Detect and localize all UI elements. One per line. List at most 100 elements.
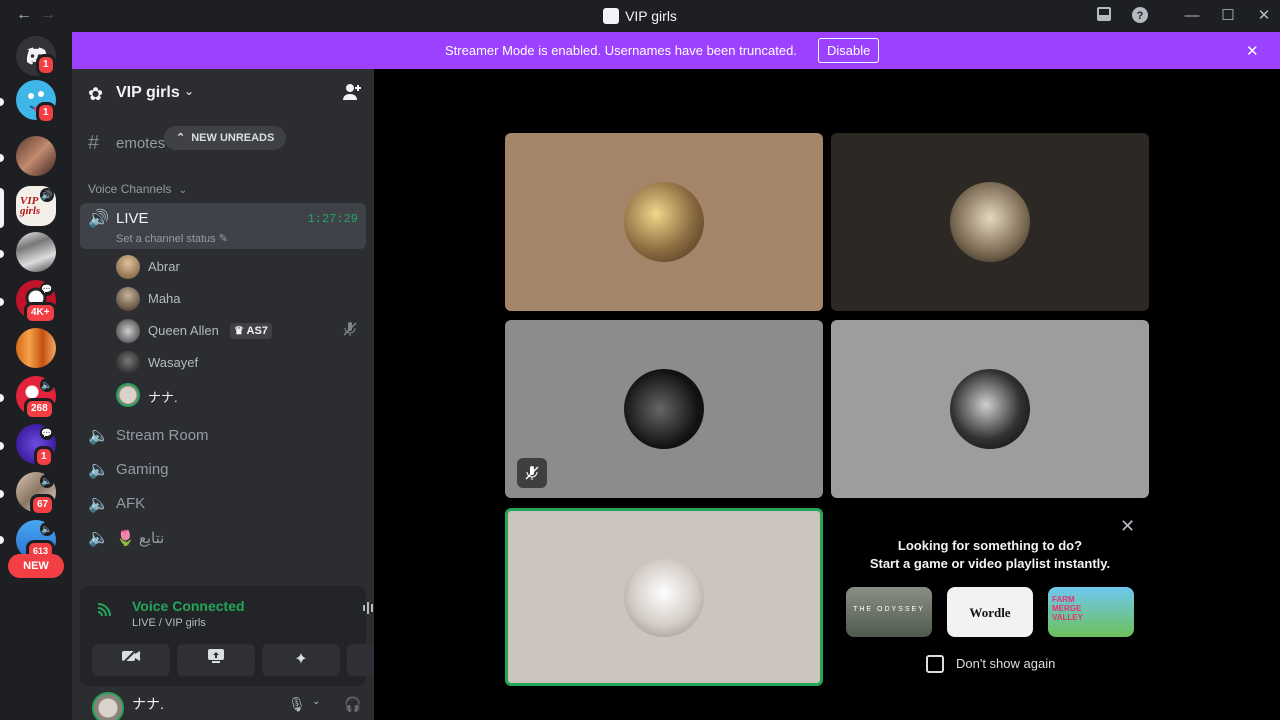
close-icon[interactable]: ✕ — [1120, 516, 1135, 537]
unread-pill — [0, 490, 4, 498]
avatar — [116, 287, 140, 311]
channel-stream-room[interactable]: 🔈 Stream Room — [80, 420, 366, 452]
camera-off-icon — [121, 648, 141, 668]
window-title-text: VIP girls — [625, 8, 677, 24]
speaker-icon: 🔈 — [88, 460, 110, 479]
channel-label: LIVE — [116, 210, 149, 227]
minimize-icon[interactable]: — — [1182, 6, 1202, 26]
maximize-icon[interactable]: ☐ — [1218, 6, 1238, 26]
headphones-icon[interactable]: 🎧 — [344, 696, 361, 713]
activity-title: Looking for something to do? Start a gam… — [830, 537, 1150, 573]
voice-user[interactable]: ナナ. — [116, 381, 366, 409]
chat-bubble-icon: 💬 — [40, 282, 54, 296]
server-icon — [603, 8, 620, 24]
voice-user[interactable]: Queen Allen ♛ AS7 — [116, 317, 366, 345]
pencil-icon: ✎ — [218, 233, 228, 245]
chevron-down-icon[interactable]: ⌄ — [312, 696, 320, 707]
voice-location[interactable]: LIVE / VIP girls — [132, 617, 206, 629]
voice-user[interactable]: Maha — [116, 285, 366, 313]
microphone-icon[interactable]: 🎙 — [288, 696, 306, 713]
new-unreads-pill[interactable]: ⌃ NEW UNREADS — [164, 126, 287, 150]
close-icon[interactable]: ✕ — [1254, 6, 1274, 26]
voice-user-name: Maha — [148, 291, 181, 306]
voice-user-name: Wasayef — [148, 355, 199, 370]
activity-card-farm[interactable]: FARM MERGE VALLEY — [1048, 587, 1134, 637]
avatar — [116, 351, 140, 375]
category-label: Voice Channels — [88, 182, 172, 196]
speaker-icon: 🔈 — [40, 522, 54, 536]
server-badge: 1 — [34, 446, 54, 468]
invite-people-icon[interactable] — [342, 82, 362, 107]
mic-muted-icon — [517, 458, 547, 488]
crown-icon: ♛ — [234, 325, 244, 337]
inbox-icon[interactable] — [1094, 6, 1114, 26]
channel-afk[interactable]: 🔈 AFK — [80, 488, 366, 520]
signal-icon[interactable] — [96, 600, 114, 623]
noise-suppression-icon[interactable] — [362, 600, 374, 621]
speaker-icon: 🔈 — [88, 426, 110, 445]
video-tile[interactable] — [505, 320, 823, 498]
channel-live[interactable]: 🔊 LIVE 1:27:29 Set a channel status ✎ — [80, 203, 366, 249]
voice-connection-panel: Voice Connected LIVE / VIP girls ☎ ✦ 🎉 — [80, 586, 374, 686]
avatar — [624, 557, 704, 637]
voice-user[interactable]: Abrar — [116, 253, 366, 281]
speaker-icon: 🔊 — [88, 209, 110, 228]
speaker-icon: 🔊 — [40, 188, 54, 202]
unread-pill — [0, 394, 4, 402]
voice-user[interactable]: Wasayef — [116, 349, 366, 377]
server-orange[interactable] — [16, 328, 56, 368]
rocket-icon: ✦ — [294, 651, 308, 668]
avatar[interactable] — [92, 692, 124, 720]
streamer-mode-banner: Streamer Mode is enabled. Usernames have… — [72, 32, 1280, 69]
activity-card-odyssey[interactable]: THE ODYSSEY — [846, 587, 932, 637]
voice-timer: 1:27:29 — [307, 212, 358, 226]
channel-status-text: Set a channel status — [116, 233, 216, 245]
close-icon[interactable]: ✕ — [1246, 42, 1259, 60]
activities-button[interactable]: ✦ — [262, 644, 340, 676]
checkbox[interactable] — [926, 655, 944, 673]
activity-label: THE ODYSSEY — [853, 606, 925, 613]
banner-text: Streamer Mode is enabled. Usernames have… — [445, 43, 797, 58]
dont-show-label: Don't show again — [956, 656, 1056, 671]
help-icon[interactable]: ? — [1130, 6, 1150, 26]
server-name: VIP girls — [116, 84, 180, 101]
new-badge[interactable]: NEW — [8, 554, 64, 578]
svg-text:?: ? — [1137, 10, 1144, 22]
chat-bubble-icon: 💬 — [40, 426, 54, 440]
unread-pill — [0, 536, 4, 544]
server-header[interactable]: ✿ VIP girls ⌄ — [72, 78, 374, 124]
video-tile[interactable] — [831, 320, 1149, 498]
channel-label: Stream Room — [116, 427, 209, 444]
user-name[interactable]: ナナ. — [132, 694, 164, 714]
chevron-up-icon: ⌃ — [176, 132, 186, 144]
voice-category[interactable]: Voice Channels ⌄ — [88, 182, 187, 196]
screen-share-button[interactable] — [177, 644, 255, 676]
disable-button[interactable]: Disable — [818, 38, 880, 63]
server-rail: 1 1 VIP girls 🔊 💬 4K+ 🔈 268 💬 1 🔈 67 🔈 6… — [0, 32, 72, 720]
channel-label: emotes — [116, 135, 166, 152]
chevron-down-icon: ⌄ — [178, 185, 188, 196]
channel-gaming[interactable]: 🔈 Gaming — [80, 454, 366, 486]
video-tile[interactable] — [505, 133, 823, 311]
server-bw[interactable] — [16, 232, 56, 272]
new-unreads-label: NEW UNREADS — [191, 132, 275, 144]
server-group[interactable] — [16, 136, 56, 176]
video-tile[interactable] — [831, 133, 1149, 311]
soundboard-button[interactable]: 🎉 — [347, 644, 374, 676]
channel-label: Gaming — [116, 461, 169, 478]
activity-title-line2: Start a game or video playlist instantly… — [869, 556, 1111, 571]
unread-pill — [0, 298, 4, 306]
avatar — [116, 383, 140, 407]
avatar — [624, 182, 704, 262]
channel-arabic[interactable]: 🔈 نتايع 🌷 — [80, 522, 366, 554]
voice-user-name: ナナ. — [148, 390, 178, 405]
activity-card-wordle[interactable]: Wordle — [947, 587, 1033, 637]
avatar — [950, 369, 1030, 449]
server-badge: 4K+ — [24, 302, 57, 324]
unread-pill — [0, 250, 4, 258]
video-tile-speaking[interactable] — [505, 508, 823, 686]
voice-status[interactable]: Voice Connected — [132, 598, 245, 614]
unread-pill — [0, 98, 4, 106]
camera-button[interactable] — [92, 644, 170, 676]
channel-status[interactable]: Set a channel status ✎ — [116, 232, 228, 245]
